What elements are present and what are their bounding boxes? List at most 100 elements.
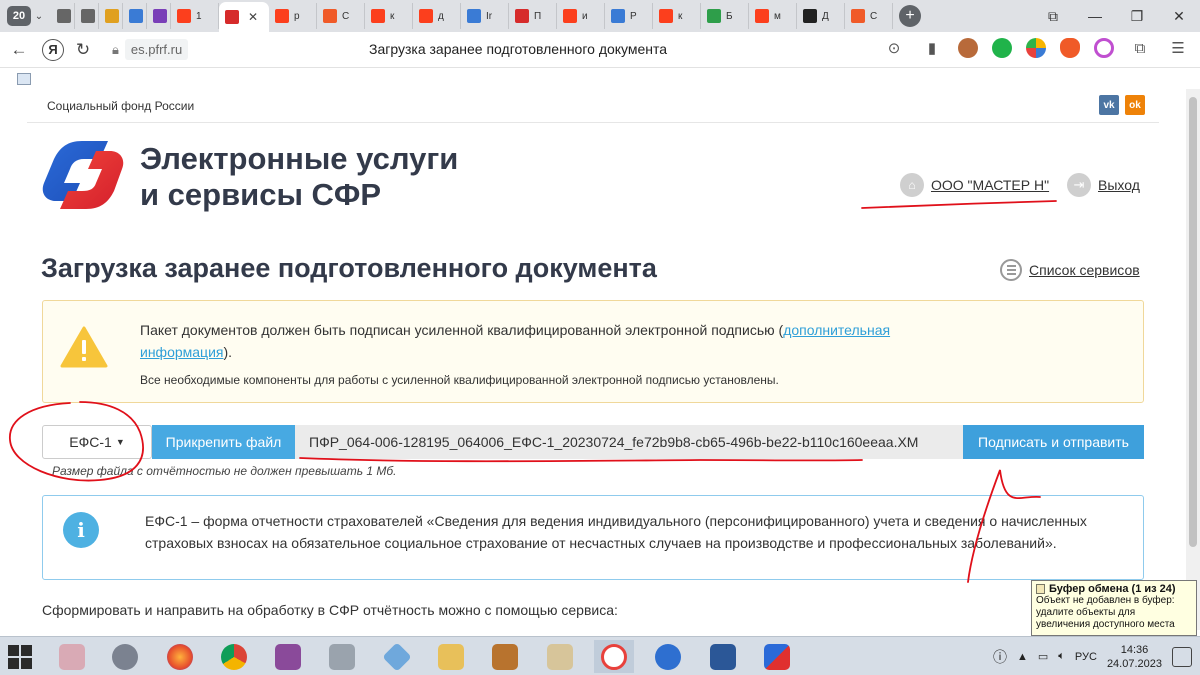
- sign-and-send-button[interactable]: Подписать и отправить: [963, 425, 1144, 459]
- tab-count-badge[interactable]: 20: [7, 6, 31, 26]
- start-icon[interactable]: [8, 645, 32, 669]
- help-icon[interactable]: ⓘ: [993, 647, 1007, 667]
- browser-tab[interactable]: к: [653, 3, 701, 29]
- shield-icon: [467, 9, 481, 23]
- new-tab-button[interactable]: +: [899, 5, 921, 27]
- logout-link[interactable]: ⇥ Выход: [1067, 173, 1140, 197]
- extension-check-icon[interactable]: [992, 38, 1012, 58]
- org-name: Социальный фонд России: [47, 99, 195, 113]
- file-name-field[interactable]: ПФР_064-006-128195_064006_ЕФС-1_20230724…: [295, 425, 963, 459]
- scrollbar-thumb[interactable]: [1189, 97, 1197, 547]
- browser-tab[interactable]: 1: [171, 3, 219, 29]
- clock-date: 24.07.2023: [1106, 657, 1162, 670]
- back-button[interactable]: ←: [4, 35, 34, 65]
- purple-bars-icon: [153, 9, 167, 23]
- taskbar-app-scissors-icon[interactable]: [52, 640, 92, 673]
- close-window-button[interactable]: ✕: [1158, 0, 1200, 32]
- browser-tab[interactable]: [99, 3, 123, 29]
- reader-icon[interactable]: ⊙: [882, 36, 906, 60]
- attach-file-button[interactable]: Прикрепить файл: [152, 425, 295, 459]
- services-list-link[interactable]: Список сервисов: [1000, 259, 1140, 281]
- menu-icon[interactable]: ☰: [1166, 36, 1190, 60]
- lock-icon[interactable]: 🔒︎: [112, 42, 119, 58]
- browser-tab[interactable]: С: [845, 3, 893, 29]
- taskbar-app-pdf-icon[interactable]: [268, 640, 308, 673]
- extension-avatar-icon[interactable]: [958, 38, 978, 58]
- language-indicator[interactable]: РУС: [1075, 651, 1097, 663]
- taskbar-app-books-icon[interactable]: [485, 640, 525, 673]
- tab-label: С: [342, 10, 350, 22]
- extension-dots-icon[interactable]: [1026, 38, 1046, 58]
- url-field[interactable]: es.pfrf.ru: [124, 39, 189, 60]
- taskbar: ⓘ ▲ ▭ 🔈︎ РУС 14:36 24.07.2023: [0, 636, 1200, 675]
- bookmark-image-icon[interactable]: [17, 73, 31, 85]
- browser-tab[interactable]: Б: [701, 3, 749, 29]
- sfr-logo[interactable]: [42, 139, 124, 211]
- browser-tab[interactable]: [51, 3, 75, 29]
- yandex-button[interactable]: Я: [42, 38, 64, 61]
- taskbar-app-folder-icon[interactable]: [431, 640, 471, 673]
- services-list-label[interactable]: Список сервисов: [1029, 262, 1140, 278]
- page-title: Загрузка заранее подготовленного докумен…: [41, 253, 657, 283]
- extensions-icon[interactable]: ⧉: [1128, 36, 1152, 60]
- brand-title[interactable]: Электронные услуги и сервисы СФР: [140, 141, 560, 213]
- taskbar-app-chrome-icon[interactable]: [214, 640, 254, 673]
- browser-tab[interactable]: к: [365, 3, 413, 29]
- scrollbar[interactable]: [1186, 89, 1200, 630]
- taskbar-app-scanner-icon[interactable]: [322, 640, 362, 673]
- taskbar-app-diamond-icon[interactable]: [377, 640, 417, 673]
- taskbar-app-firefox-icon[interactable]: [160, 640, 200, 673]
- blue-square-icon: [129, 9, 143, 23]
- vk-icon[interactable]: vk: [1099, 95, 1119, 115]
- taskbar-app-swirl-icon[interactable]: [648, 640, 688, 673]
- chevron-down-icon[interactable]: ⌄: [31, 11, 47, 22]
- minimize-button[interactable]: —: [1074, 0, 1116, 32]
- taskbar-app-yandex-browser-icon[interactable]: [594, 640, 634, 673]
- reload-button[interactable]: ↻: [68, 35, 98, 65]
- extension-flame-icon[interactable]: [1060, 38, 1080, 58]
- alice-icon[interactable]: [1094, 38, 1114, 58]
- network-icon[interactable]: ▭: [1038, 650, 1048, 663]
- warning-text-end: ).: [223, 344, 233, 360]
- ok-icon[interactable]: ok: [1125, 95, 1145, 115]
- notifications-icon[interactable]: [1172, 646, 1192, 667]
- browser-tab[interactable]: и: [557, 3, 605, 29]
- clipboard-icon: [1036, 584, 1045, 594]
- tab-label: д: [438, 10, 444, 22]
- taskbar-app-sfr-icon[interactable]: [757, 640, 797, 673]
- browser-tab[interactable]: Р: [605, 3, 653, 29]
- company-name[interactable]: ООО "МАСТЕР Н": [931, 177, 1049, 193]
- clipboard-notification[interactable]: Буфер обмена (1 из 24) Объект не добавле…: [1031, 580, 1197, 636]
- taskbar-app-certificate-icon[interactable]: [540, 640, 580, 673]
- taskbar-app-pro-icon[interactable]: [105, 640, 145, 673]
- browser-tab[interactable]: [147, 3, 171, 29]
- browser-tab[interactable]: р: [269, 3, 317, 29]
- tab-label: Д: [822, 10, 829, 22]
- clock[interactable]: 14:36 24.07.2023: [1107, 643, 1162, 671]
- form-type-value: ЕФС-1: [69, 434, 112, 450]
- form-type-select[interactable]: ЕФС-1 ▼: [42, 425, 152, 459]
- browser-tab[interactable]: С: [317, 3, 365, 29]
- maximize-button[interactable]: ❐: [1116, 0, 1158, 32]
- browser-tab[interactable]: д: [413, 3, 461, 29]
- bookmark-icon[interactable]: ▮: [920, 36, 944, 60]
- info-icon: i: [63, 512, 99, 548]
- taskbar-app-word-icon[interactable]: [703, 640, 743, 673]
- tray-arrow-icon[interactable]: ▲: [1017, 651, 1028, 663]
- volume-icon[interactable]: 🔈︎: [1058, 650, 1065, 663]
- tab-groups-icon[interactable]: ⧉: [1032, 0, 1074, 32]
- browser-tab[interactable]: Д: [797, 3, 845, 29]
- browser-tab[interactable]: Ir: [461, 3, 509, 29]
- browser-tab[interactable]: [75, 3, 99, 29]
- close-tab-icon[interactable]: ✕: [248, 10, 258, 24]
- logout-label[interactable]: Выход: [1098, 177, 1140, 193]
- browser-tab[interactable]: П: [509, 3, 557, 29]
- upload-row: ЕФС-1 ▼ Прикрепить файл ПФР_064-006-12819…: [42, 425, 1144, 459]
- company-link[interactable]: ⌂ ООО "МАСТЕР Н": [900, 173, 1049, 197]
- browser-tab[interactable]: м: [749, 3, 797, 29]
- browser-tab[interactable]: ✕: [219, 2, 269, 32]
- tab-label: м: [774, 10, 781, 22]
- browser-tab[interactable]: [123, 3, 147, 29]
- pfr-icon: [225, 10, 239, 24]
- clipboard-message: Объект не добавлен в буфер: удалите объе…: [1036, 595, 1175, 630]
